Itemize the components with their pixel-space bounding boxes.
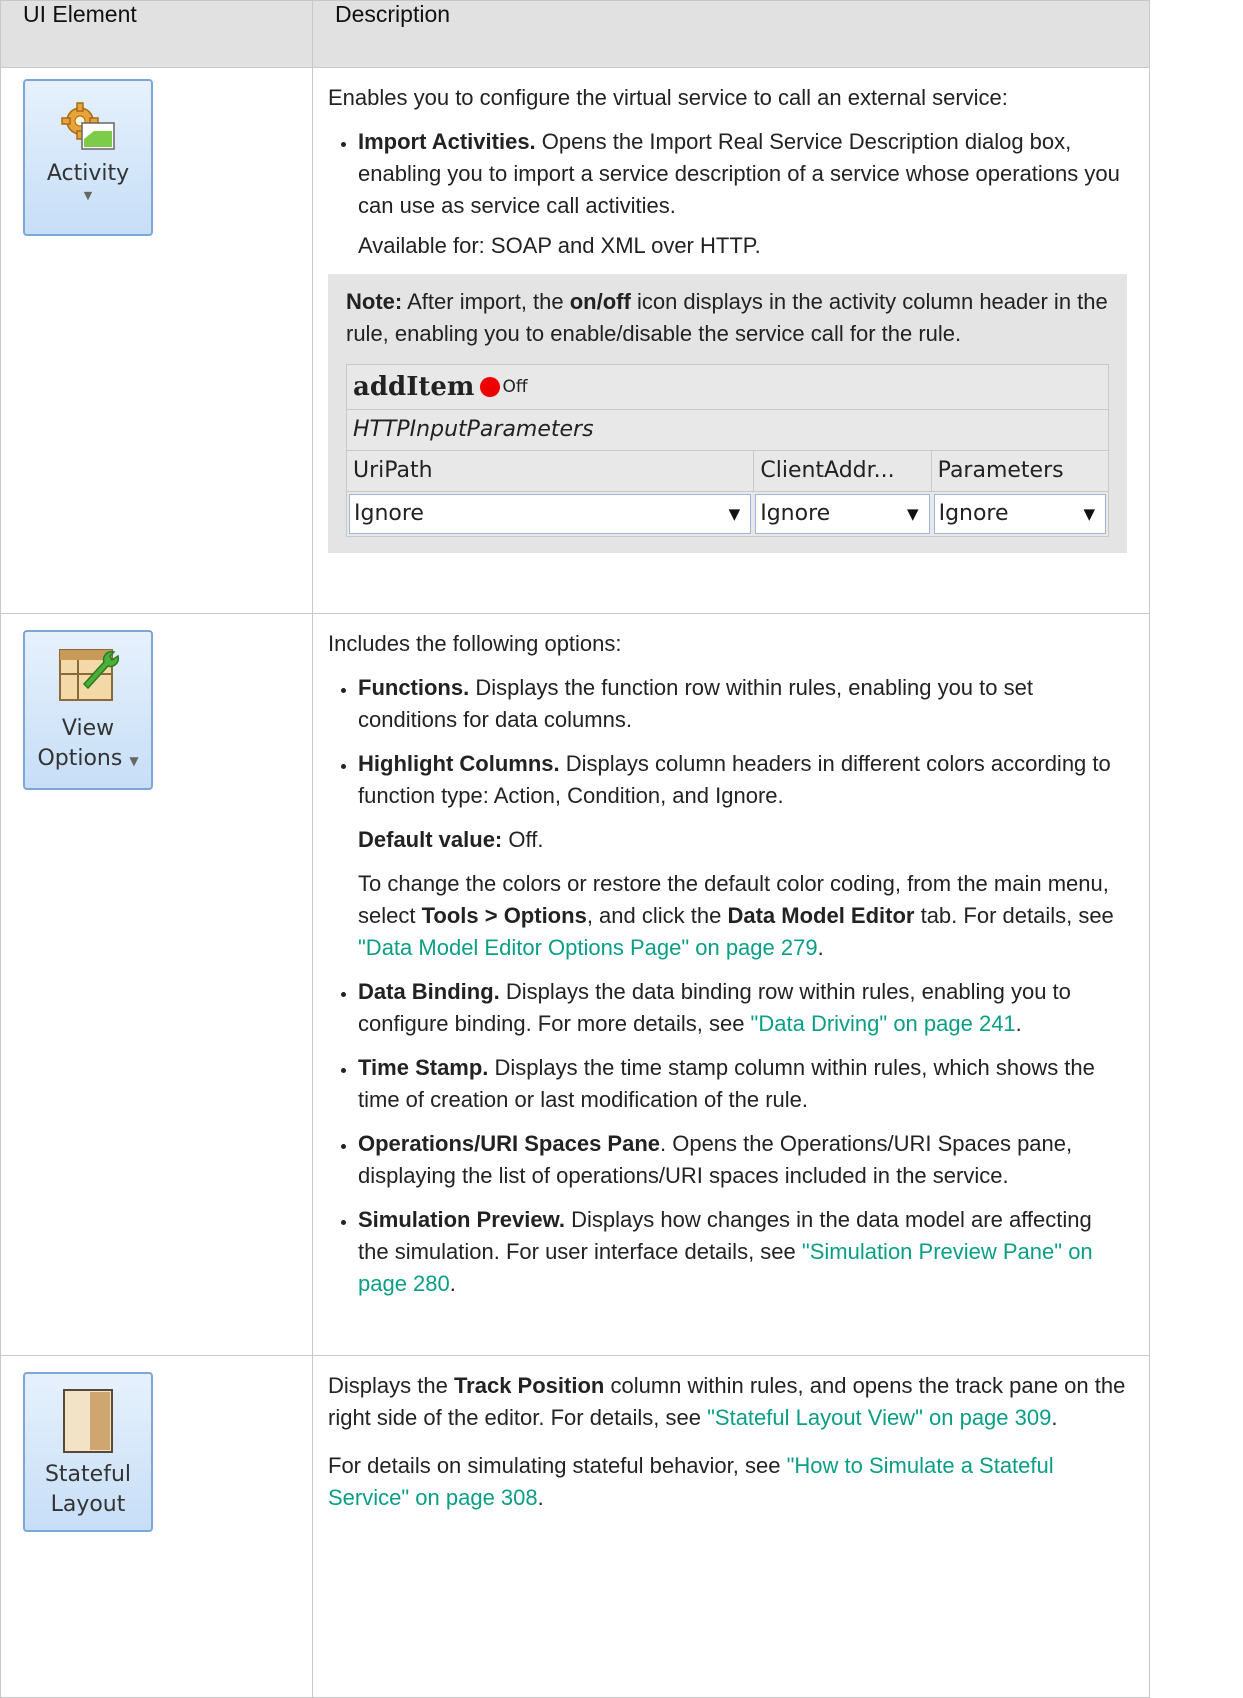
select-value: Ignore <box>354 501 424 526</box>
label-line: Options ▼ <box>37 744 138 776</box>
select-value: Ignore <box>938 501 1009 526</box>
dropdown-arrow-icon: ▼ <box>1083 505 1095 523</box>
data-model-editor-options-link[interactable]: "Data Model Editor Options Page" on page… <box>358 935 818 960</box>
chevron-down-icon: ▼ <box>83 189 93 202</box>
note-bold: on/off <box>569 289 631 314</box>
bold-part: Data Model Editor <box>727 903 915 928</box>
ui-element-cell: Activity ▼ <box>0 67 313 614</box>
ui-elements-table: UI Element Description Activity ▼ Enable… <box>0 0 1150 1698</box>
table-row: View Options ▼ Includes the following op… <box>0 613 1150 1356</box>
note-box: Note: After import, the on/off icon disp… <box>328 274 1127 553</box>
view-options-wrench-icon <box>56 644 120 714</box>
default-label: Default value: <box>358 827 503 852</box>
grid-column-header: UriPath <box>347 451 755 491</box>
parameters-select[interactable]: Ignore ▼ <box>933 494 1106 534</box>
ui-element-cell: View Options ▼ <box>0 613 313 1356</box>
text-part: , and click the <box>586 903 728 928</box>
view-options-intro: Includes the following options: <box>328 631 622 656</box>
header-ui-element: UI Element <box>0 0 313 68</box>
list-item: Simulation Preview. Displays how changes… <box>358 1204 1127 1300</box>
dropdown-arrow-icon: ▼ <box>728 505 741 523</box>
stateful-simulation-text: For details on simulating stateful behav… <box>328 1450 1127 1514</box>
header-description: Description <box>312 0 1150 68</box>
list-item: Data Binding. Displays the data binding … <box>358 976 1127 1040</box>
label-line: Stateful <box>44 1462 132 1487</box>
status-text: Off <box>502 377 528 397</box>
item-title: Time Stamp. <box>358 1055 489 1080</box>
text-part: For details on simulating stateful behav… <box>328 1453 787 1478</box>
grid-value-row: Ignore ▼ Ignore ▼ Ignore ▼ <box>347 492 1108 536</box>
item-title: Simulation Preview. <box>358 1207 566 1232</box>
table-row: Activity ▼ Enables you to configure the … <box>0 67 1150 614</box>
label-line: View <box>61 716 115 741</box>
text-part: tab. For details, see <box>914 903 1114 928</box>
default-value: Off. <box>502 827 544 852</box>
item-title: Data Binding. <box>358 979 500 1004</box>
stateful-layout-view-link[interactable]: "Stateful Layout View" on page 309 <box>707 1405 1051 1430</box>
clientaddr-select[interactable]: Ignore ▼ <box>755 494 930 534</box>
note-text-part: After import, the <box>402 289 570 314</box>
list-item: Time Stamp. Displays the time stamp colu… <box>358 1052 1127 1116</box>
activity-grid-screenshot: addItem Off HTTPInputParameters UriPath … <box>346 364 1109 537</box>
item-title: Functions. <box>358 675 470 700</box>
text-part: . <box>537 1485 544 1510</box>
activity-button[interactable]: Activity ▼ <box>23 79 153 236</box>
activity-intro: Enables you to configure the virtual ser… <box>328 85 1008 110</box>
item-title: Highlight Columns. <box>358 751 560 776</box>
ui-element-cell: Stateful Layout <box>0 1355 313 1698</box>
chevron-down-icon: ▼ <box>129 754 139 768</box>
available-for-text: Available for: SOAP and XML over HTTP. <box>358 233 761 258</box>
item-text: . <box>1015 1011 1022 1036</box>
select-value: Ignore <box>760 501 831 526</box>
grid-column-headers: UriPath ClientAddr... Parameters <box>347 451 1108 492</box>
text-part: . <box>817 935 824 960</box>
data-driving-link[interactable]: "Data Driving" on page 241 <box>751 1011 1016 1036</box>
description-cell: Enables you to configure the virtual ser… <box>312 67 1150 614</box>
note-label: Note: <box>346 289 403 314</box>
stateful-layout-icon <box>60 1388 116 1460</box>
grid-title: addItem Off <box>347 365 1108 410</box>
list-item: Operations/URI Spaces Pane. Opens the Op… <box>358 1128 1127 1192</box>
label-line: Layout <box>50 1492 126 1517</box>
bold-part: Track Position <box>453 1373 605 1398</box>
view-options-label: View Options ▼ <box>37 714 138 776</box>
colors-text: To change the colors or restore the defa… <box>358 868 1127 964</box>
dropdown-arrow-icon: ▼ <box>907 505 919 523</box>
uripath-select[interactable]: Ignore ▼ <box>349 494 752 534</box>
view-options-button[interactable]: View Options ▼ <box>23 630 153 790</box>
grid-subtitle: HTTPInputParameters <box>347 410 1108 451</box>
item-text: . <box>449 1271 456 1296</box>
item-title: Import Activities. <box>358 129 536 154</box>
list-item: Highlight Columns. Displays column heade… <box>358 748 1127 964</box>
description-cell: Includes the following options: Function… <box>312 613 1150 1356</box>
table-header-row: UI Element Description <box>0 0 1150 68</box>
label-text: Options <box>37 746 123 771</box>
text-part: . <box>1051 1405 1058 1430</box>
list-item: Import Activities. Opens the Import Real… <box>358 126 1127 222</box>
note-text: Note: After import, the on/off icon disp… <box>346 286 1109 350</box>
gear-activity-icon <box>58 101 118 159</box>
bold-part: Tools > Options <box>421 903 587 928</box>
table-row: Stateful Layout Displays the Track Posit… <box>0 1355 1150 1698</box>
grid-title-text: addItem <box>353 372 475 402</box>
item-title: Operations/URI Spaces Pane <box>358 1131 660 1156</box>
off-status-icon[interactable] <box>480 377 501 397</box>
grid-column-header: Parameters <box>937 458 1064 483</box>
stateful-layout-button[interactable]: Stateful Layout <box>23 1372 153 1532</box>
list-item: Functions. Displays the function row wit… <box>358 672 1127 736</box>
description-cell: Displays the Track Position column withi… <box>312 1355 1150 1698</box>
default-value-text: Default value: Off. <box>358 824 1127 856</box>
stateful-layout-label: Stateful Layout <box>45 1460 131 1520</box>
stateful-description: Displays the Track Position column withi… <box>328 1370 1127 1434</box>
activity-button-label: Activity <box>46 161 130 186</box>
grid-column-header: ClientAddr... <box>754 451 932 491</box>
text-part: Displays the <box>328 1373 454 1398</box>
